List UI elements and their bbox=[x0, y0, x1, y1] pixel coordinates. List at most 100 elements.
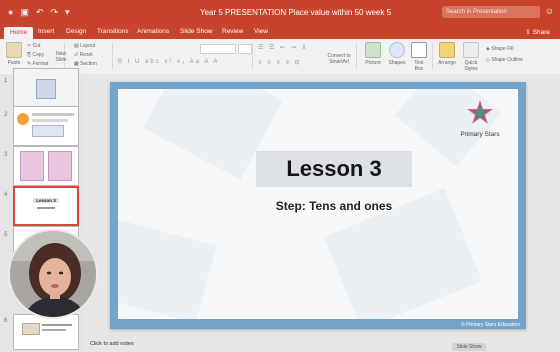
background-facet bbox=[118, 214, 217, 319]
quick-styles-label: Quick Styles bbox=[464, 60, 478, 72]
ribbon-divider bbox=[356, 43, 357, 69]
slide-number: 6 bbox=[4, 318, 8, 324]
cut-button[interactable]: ✂ Cut bbox=[27, 42, 48, 51]
copyright-text: © Primary Stars Education bbox=[461, 322, 520, 328]
thumbnail-graphic bbox=[36, 79, 56, 99]
clipboard-group: ✂ Cut ⎘ Copy ✎ Format bbox=[27, 42, 48, 69]
slide-thumbnail[interactable] bbox=[13, 106, 79, 146]
format-label: Format bbox=[32, 61, 49, 67]
reset-label: Reset bbox=[79, 52, 93, 58]
share-label: Share bbox=[532, 29, 550, 36]
list-buttons[interactable]: ☰ ☰ ⇤ ⇥ ⇕ bbox=[258, 44, 309, 51]
text-format-buttons[interactable]: B I U abc x² x₂ Aa A A bbox=[118, 59, 219, 65]
redo-icon[interactable]: ↷ bbox=[51, 7, 59, 18]
thumbnail-graphic bbox=[48, 151, 72, 181]
thumbnail-text-line bbox=[42, 329, 66, 331]
tab-animations[interactable]: Animations bbox=[137, 28, 169, 35]
section-label: Section bbox=[80, 61, 97, 67]
notes-pane[interactable]: Click to add notes bbox=[90, 341, 134, 347]
slides-group: ▤ Layout ↺ Reset ▦ Section bbox=[74, 42, 97, 69]
quick-styles-icon bbox=[463, 42, 479, 58]
thumbnail-graphic bbox=[32, 125, 64, 137]
slide-title[interactable]: Lesson 3 bbox=[256, 151, 412, 187]
window-title: Year 5 PRESENTATION Place value within 5… bbox=[200, 8, 392, 17]
new-slide-button[interactable]: New Slide bbox=[50, 51, 72, 63]
font-name-select[interactable] bbox=[200, 44, 236, 54]
thumbnail-text-line bbox=[37, 207, 55, 209]
slide-number: 3 bbox=[4, 152, 8, 158]
primary-stars-logo: Primary Stars bbox=[454, 99, 506, 138]
share-button[interactable]: ⇪ Share bbox=[525, 28, 550, 36]
slide-show-button[interactable]: Slide Show bbox=[452, 343, 486, 351]
tab-transitions[interactable]: Transitions bbox=[97, 28, 129, 35]
picture-label: Picture bbox=[365, 60, 381, 66]
layout-label: Layout bbox=[80, 43, 96, 49]
tab-review[interactable]: Review bbox=[222, 28, 243, 35]
thumbnail-text-line bbox=[42, 324, 72, 326]
slide-content: Primary Stars Lesson 3 Step: Tens and on… bbox=[118, 89, 518, 319]
slide-thumbnail-selected[interactable]: Lesson 3 bbox=[13, 186, 79, 226]
feedback-icon[interactable]: ☺ bbox=[545, 6, 554, 16]
thumbnail-graphic bbox=[22, 323, 40, 335]
ribbon-tabs: Home Insert Design Transitions Animation… bbox=[0, 26, 560, 39]
thumbnail-graphic bbox=[17, 113, 29, 125]
layout-button[interactable]: ▤ Layout bbox=[74, 42, 97, 51]
new-slide-label: New Slide bbox=[55, 51, 67, 63]
slide-thumbnail[interactable] bbox=[13, 314, 79, 350]
tab-view[interactable]: View bbox=[254, 28, 268, 35]
convert-smartart-button[interactable]: Convert to SmartArt bbox=[326, 53, 352, 65]
arrange-label: Arrange bbox=[438, 60, 456, 66]
paste-label: Paste bbox=[7, 60, 21, 66]
thumbnail-text-line bbox=[32, 119, 68, 122]
undo-icon[interactable]: ↶ bbox=[36, 7, 44, 18]
tab-home[interactable]: Home bbox=[4, 27, 34, 39]
close-window-icon[interactable]: ● bbox=[8, 7, 13, 18]
thumbnail-graphic bbox=[20, 151, 44, 181]
thumbnail-title: Lesson 3 bbox=[33, 198, 59, 203]
shape-outline-label: Shape Outline bbox=[491, 57, 523, 63]
cut-label: Cut bbox=[32, 43, 41, 49]
ribbon: Paste ✂ Cut ⎘ Copy ✎ Format New Slide ▤ … bbox=[0, 39, 560, 75]
slide-thumbnail[interactable] bbox=[13, 68, 79, 108]
star-icon bbox=[467, 100, 493, 124]
slide-canvas[interactable]: Primary Stars Lesson 3 Step: Tens and on… bbox=[110, 82, 526, 329]
save-icon[interactable]: ▣ bbox=[20, 7, 29, 18]
thumbnail-text-line bbox=[32, 113, 74, 116]
tab-insert[interactable]: Insert bbox=[38, 28, 54, 35]
shape-fill-button[interactable]: ◈ Shape Fill bbox=[486, 44, 523, 55]
shape-fill-label: Shape Fill bbox=[491, 46, 514, 52]
convert-label: Convert to SmartArt bbox=[327, 53, 351, 65]
picture-icon bbox=[365, 42, 381, 58]
search-input[interactable]: Search in Presentation bbox=[442, 6, 540, 18]
ribbon-divider bbox=[252, 43, 253, 69]
text-box-label: Text Box bbox=[414, 60, 424, 72]
tab-design[interactable]: Design bbox=[66, 28, 86, 35]
arrange-button[interactable]: Arrange bbox=[436, 42, 458, 66]
slide-number: 5 bbox=[4, 232, 8, 238]
text-box-icon bbox=[411, 42, 427, 58]
shapes-label: Shapes bbox=[388, 60, 406, 66]
ribbon-divider bbox=[112, 43, 113, 69]
ribbon-divider bbox=[432, 43, 433, 69]
slide-number: 4 bbox=[4, 192, 8, 198]
text-box-button[interactable]: Text Box bbox=[410, 42, 428, 72]
paste-icon bbox=[6, 42, 22, 58]
logo-text: Primary Stars bbox=[460, 131, 500, 138]
quick-styles-button[interactable]: Quick Styles bbox=[460, 42, 482, 72]
reset-button[interactable]: ↺ Reset bbox=[74, 51, 97, 60]
title-bar: ● ▣ ↶ ↷ ▾ Year 5 PRESENTATION Place valu… bbox=[0, 0, 560, 26]
align-buttons[interactable]: ≡ ≡ ≡ ≡ ⊟ bbox=[258, 59, 302, 66]
paste-button[interactable]: Paste bbox=[4, 42, 24, 66]
presenter-webcam-overlay bbox=[8, 229, 98, 319]
font-size-select[interactable] bbox=[238, 44, 252, 54]
copy-label: Copy bbox=[32, 52, 45, 58]
tab-slide-show[interactable]: Slide Show bbox=[180, 28, 213, 35]
shape-outline-button[interactable]: ◇ Shape Outline bbox=[486, 55, 523, 66]
shapes-button[interactable]: Shapes bbox=[386, 42, 408, 66]
slide-thumbnail[interactable] bbox=[13, 146, 79, 186]
slide-subtitle[interactable]: Step: Tens and ones bbox=[118, 199, 518, 213]
shape-format-group: ◈ Shape Fill ◇ Shape Outline bbox=[486, 44, 523, 66]
customize-icon[interactable]: ▾ bbox=[65, 7, 70, 18]
copy-button[interactable]: ⎘ Copy bbox=[27, 51, 48, 60]
picture-button[interactable]: Picture bbox=[362, 42, 384, 66]
